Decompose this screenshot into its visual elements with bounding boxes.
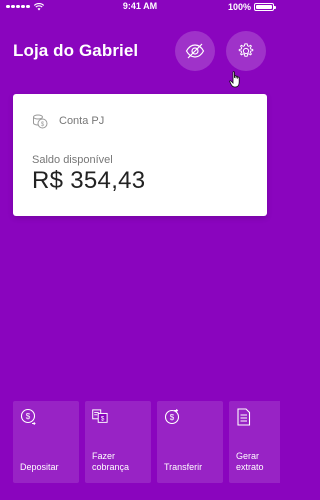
svg-text:$: $ <box>170 413 175 422</box>
page-title: Loja do Gabriel <box>13 41 139 60</box>
dollar-in-icon: $ <box>20 408 36 426</box>
status-bar: 9:41 AM 100% <box>0 0 280 13</box>
gear-icon <box>238 43 254 57</box>
invoice-dollar-icon: $ <box>92 409 108 423</box>
svg-text:$: $ <box>101 416 105 423</box>
account-card[interactable]: $ Conta PJ Saldo disponível R$ 354,43 <box>13 94 267 216</box>
svg-text:$: $ <box>26 412 31 421</box>
hand-cursor-icon <box>229 71 240 88</box>
account-row: $ Conta PJ <box>32 113 104 129</box>
shortcuts-row: $ Depositar $ Fazer cobrança $ Transferi… <box>13 401 280 483</box>
balance-value: R$ 354,43 <box>32 167 146 194</box>
shortcut-depositar[interactable]: $ Depositar <box>13 401 79 483</box>
shortcut-gerar-extrato[interactable]: Gerar extrato <box>229 401 280 483</box>
coins-icon: $ <box>33 114 48 129</box>
dollar-out-icon: $ <box>164 408 180 425</box>
shortcut-label: Gerar extrato <box>236 451 264 472</box>
shortcut-label: Transferir <box>164 462 203 472</box>
balance-label: Saldo disponível <box>32 154 113 166</box>
shortcut-label: Fazer cobrança <box>92 451 130 472</box>
shortcut-label: Depositar <box>20 462 59 472</box>
document-icon <box>237 408 251 426</box>
shortcut-fazer-cobranca[interactable]: $ Fazer cobrança <box>85 401 151 483</box>
hide-balance-button[interactable] <box>175 31 215 71</box>
shortcut-transferir[interactable]: $ Transferir <box>157 401 223 483</box>
eye-off-icon <box>185 43 205 59</box>
status-time: 9:41 AM <box>122 1 158 11</box>
settings-button[interactable] <box>226 31 266 71</box>
header: Loja do Gabriel <box>0 13 280 91</box>
battery-icon <box>254 2 276 11</box>
account-label: Conta PJ <box>59 115 105 127</box>
